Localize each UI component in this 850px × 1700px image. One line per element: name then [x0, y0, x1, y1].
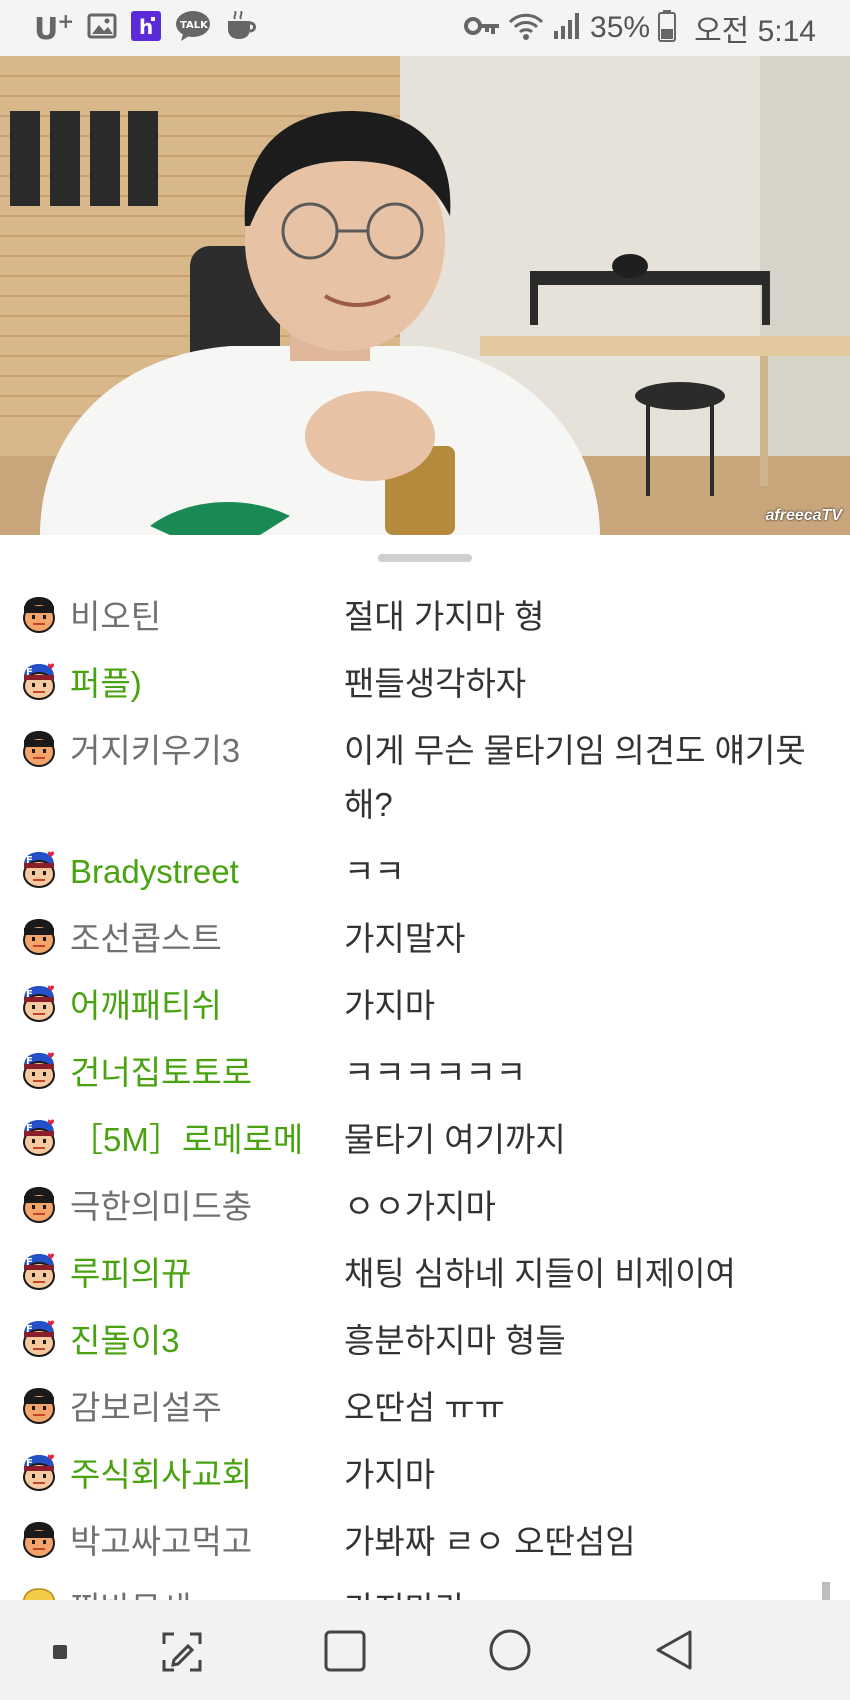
- wifi-icon: [508, 11, 544, 45]
- screen-capture-icon[interactable]: [160, 1630, 204, 1678]
- user-avatar-icon[interactable]: [20, 1521, 58, 1559]
- image-icon: [87, 13, 117, 43]
- chat-message-row: 조선콥스트 가지말자: [0, 916, 850, 966]
- chat-nickname[interactable]: 건너집토토로: [70, 1050, 340, 1096]
- battery-icon: [658, 10, 677, 46]
- h-app-icon: h: [131, 11, 162, 45]
- chat-message-text: 가지마: [344, 987, 436, 1024]
- fan-badge-avatar-icon[interactable]: F: [20, 985, 58, 1023]
- chat-message-row: F ［5M］로메로메 물타기 여기까지: [0, 1117, 850, 1167]
- chat-nickname[interactable]: 진돌이3: [70, 1318, 340, 1364]
- chat-nickname[interactable]: 주식회사교회: [70, 1452, 340, 1498]
- chat-message-text: 물타기 여기까지: [344, 1121, 566, 1158]
- chat-message-row: F 루피의뀨 채팅 심하네 지들이 비제이여: [0, 1251, 850, 1301]
- chat-nickname[interactable]: 거지키우기3: [70, 728, 340, 774]
- chat-message-text: 오딴섬 ㅠㅠ: [344, 1389, 505, 1426]
- chat-nickname[interactable]: 어깨패티쉬: [70, 983, 340, 1029]
- fan-badge-avatar-icon[interactable]: F: [20, 1052, 58, 1090]
- chat-message-row: F Bradystreet ㅋㅋ: [0, 849, 850, 899]
- afreecatv-watermark: afreecaTV: [765, 507, 843, 524]
- chat-nickname[interactable]: ［5M］로메로메: [70, 1117, 340, 1163]
- coffee-icon: [225, 10, 257, 45]
- fan-badge-avatar-icon[interactable]: F: [20, 1253, 58, 1291]
- chat-message-text: 절대 가지마 형: [344, 598, 545, 635]
- chat-message-row: F 진돌이3 흥분하지마 형들: [0, 1318, 850, 1368]
- overview-button-icon[interactable]: [324, 1630, 366, 1676]
- chat-message-row: F 건너집토토로 ㅋㅋㅋㅋㅋㅋ: [0, 1050, 850, 1100]
- chat-message-text: 채팅 심하네 지들이 비제이여: [344, 1255, 736, 1292]
- chat-nickname[interactable]: Bradystreet: [70, 849, 340, 895]
- chat-message-text: 가봐짜 ㄹㅇ 오딴섬임: [344, 1523, 636, 1560]
- chat-message-text: ㅋㅋ: [344, 853, 405, 890]
- chat-message-text: 가지말자: [344, 920, 466, 957]
- home-button-icon[interactable]: [488, 1628, 532, 1676]
- user-avatar-icon[interactable]: [20, 596, 58, 634]
- navigation-bar: [0, 1600, 850, 1700]
- fan-badge-avatar-icon[interactable]: F: [20, 1454, 58, 1492]
- chat-message-text: ㅇㅇ가지마: [344, 1188, 496, 1225]
- user-avatar-icon[interactable]: [20, 1387, 58, 1425]
- chat-nickname[interactable]: 감보리설주: [70, 1385, 340, 1431]
- carrier-logo: U+: [34, 9, 74, 47]
- chat-scrollbar[interactable]: [822, 1582, 830, 1602]
- stream-video[interactable]: afreecaTV: [0, 56, 850, 535]
- clock: 오전 5:14: [694, 15, 816, 48]
- fan-badge-avatar-icon[interactable]: F: [20, 663, 58, 701]
- chat-message-row: 거지키우기3 이게 무슨 물타기임 의견도 얘기못해?: [0, 728, 850, 832]
- chat-message-text: 팬들생각하자: [344, 665, 527, 702]
- chat-message-row: 비오틴 절대 가지마 형: [0, 594, 850, 644]
- chat-message-row: 극한의미드충 ㅇㅇ가지마: [0, 1184, 850, 1234]
- fan-badge-avatar-icon[interactable]: F: [20, 1119, 58, 1157]
- chat-nickname[interactable]: 박고싸고먹고: [70, 1519, 340, 1565]
- chat-nickname[interactable]: 비오틴: [70, 594, 340, 640]
- chat-message-text: 가지마: [344, 1456, 436, 1493]
- chat-message-text: ㅋㅋㅋㅋㅋㅋ: [344, 1054, 527, 1091]
- signal-icon: [552, 11, 582, 45]
- recent-dot-icon[interactable]: [52, 1644, 68, 1664]
- chat-message-row: 박고싸고먹고 가봐짜 ㄹㅇ 오딴섬임: [0, 1519, 850, 1569]
- chat-message-row: 감보리설주 오딴섬 ㅠㅠ: [0, 1385, 850, 1435]
- key-icon: [464, 15, 500, 41]
- chat-message-row: F 어깨패티쉬 가지마: [0, 983, 850, 1033]
- back-button-icon[interactable]: [652, 1628, 696, 1676]
- chat-nickname[interactable]: 조선콥스트: [70, 916, 340, 962]
- svg-text:TALK: TALK: [180, 20, 209, 31]
- chat-nickname[interactable]: 퍼플): [70, 661, 340, 707]
- chat-nickname[interactable]: 극한의미드충: [70, 1184, 340, 1230]
- chat-list[interactable]: 비오틴 절대 가지마 형 F 퍼플) 팬들생각하자 거지키우기3 이게 무슨 물타기임 의견…: [0, 594, 850, 1653]
- stream-frame-image: [0, 56, 850, 535]
- chat-message-text: 이게 무슨 물타기임 의견도 얘기못해?: [344, 732, 806, 823]
- chat-message-row: F 퍼플) 팬들생각하자: [0, 661, 850, 711]
- chat-panel-drag-handle[interactable]: [378, 554, 472, 562]
- user-avatar-icon[interactable]: [20, 730, 58, 768]
- user-avatar-icon[interactable]: [20, 1186, 58, 1224]
- chat-message-text: 흥분하지마 형들: [344, 1322, 566, 1359]
- battery-percent: 35%: [590, 11, 651, 44]
- fan-badge-avatar-icon[interactable]: F: [20, 851, 58, 889]
- chat-message-row: F 주식회사교회 가지마: [0, 1452, 850, 1502]
- chat-nickname[interactable]: 루피의뀨: [70, 1251, 340, 1297]
- user-avatar-icon[interactable]: [20, 918, 58, 956]
- status-bar: U+ h TALK 35% 오전 5:14: [0, 0, 850, 56]
- fan-badge-avatar-icon[interactable]: F: [20, 1320, 58, 1358]
- kakaotalk-icon: TALK: [175, 10, 211, 46]
